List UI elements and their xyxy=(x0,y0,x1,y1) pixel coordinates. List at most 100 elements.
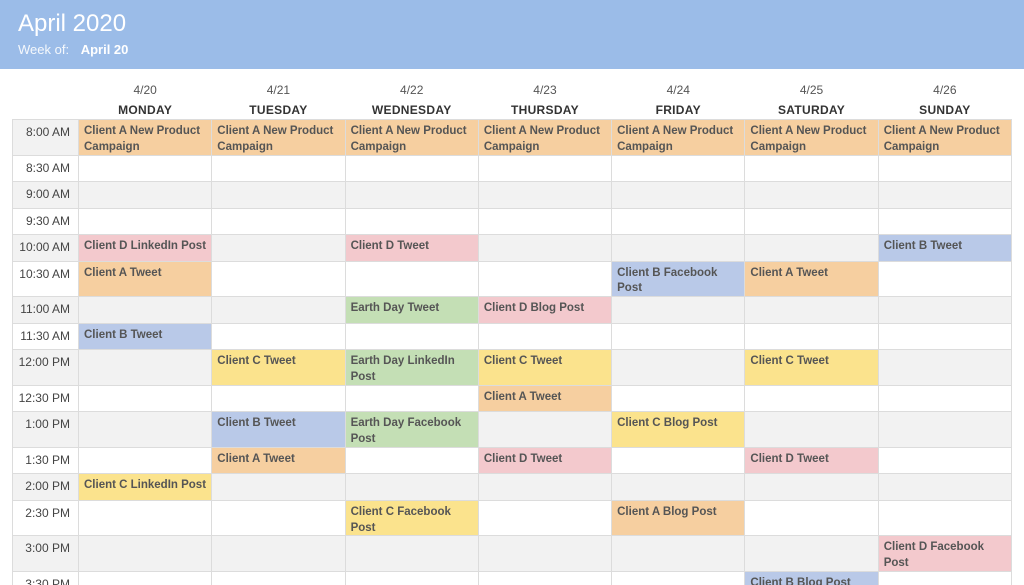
event-cell[interactable]: Client A New Product Campaign xyxy=(212,120,345,156)
empty-cell[interactable] xyxy=(345,474,478,501)
empty-cell[interactable] xyxy=(745,323,878,350)
empty-cell[interactable] xyxy=(345,323,478,350)
event-cell[interactable]: Client A Tweet xyxy=(212,447,345,474)
empty-cell[interactable] xyxy=(878,572,1011,585)
empty-cell[interactable] xyxy=(345,572,478,585)
empty-cell[interactable] xyxy=(79,412,212,448)
empty-cell[interactable] xyxy=(612,155,745,182)
empty-cell[interactable] xyxy=(79,536,212,572)
empty-cell[interactable] xyxy=(745,235,878,262)
event-cell[interactable]: Client B Tweet xyxy=(212,412,345,448)
empty-cell[interactable] xyxy=(878,155,1011,182)
empty-cell[interactable] xyxy=(745,385,878,412)
empty-cell[interactable] xyxy=(345,536,478,572)
event-cell[interactable]: Client A Blog Post xyxy=(612,500,745,536)
empty-cell[interactable] xyxy=(212,500,345,536)
empty-cell[interactable] xyxy=(478,235,611,262)
event-cell[interactable]: Client A New Product Campaign xyxy=(612,120,745,156)
empty-cell[interactable] xyxy=(878,261,1011,297)
event-cell[interactable]: Client B Blog Post xyxy=(745,572,878,585)
empty-cell[interactable] xyxy=(612,323,745,350)
empty-cell[interactable] xyxy=(478,412,611,448)
empty-cell[interactable] xyxy=(745,208,878,235)
empty-cell[interactable] xyxy=(79,155,212,182)
event-cell[interactable]: Client D Blog Post xyxy=(478,297,611,324)
empty-cell[interactable] xyxy=(212,155,345,182)
event-cell[interactable]: Client A Tweet xyxy=(478,385,611,412)
empty-cell[interactable] xyxy=(478,208,611,235)
empty-cell[interactable] xyxy=(878,350,1011,386)
empty-cell[interactable] xyxy=(612,474,745,501)
event-cell[interactable]: Client C LinkedIn Post xyxy=(79,474,212,501)
empty-cell[interactable] xyxy=(612,350,745,386)
empty-cell[interactable] xyxy=(212,261,345,297)
empty-cell[interactable] xyxy=(745,412,878,448)
event-cell[interactable]: Client C Tweet xyxy=(212,350,345,386)
event-cell[interactable]: Earth Day Tweet xyxy=(345,297,478,324)
empty-cell[interactable] xyxy=(212,235,345,262)
empty-cell[interactable] xyxy=(478,572,611,585)
event-cell[interactable]: Client A New Product Campaign xyxy=(478,120,611,156)
empty-cell[interactable] xyxy=(212,385,345,412)
event-cell[interactable]: Earth Day LinkedIn Post xyxy=(345,350,478,386)
empty-cell[interactable] xyxy=(745,182,878,209)
empty-cell[interactable] xyxy=(745,500,878,536)
event-cell[interactable]: Client A Tweet xyxy=(745,261,878,297)
empty-cell[interactable] xyxy=(878,447,1011,474)
empty-cell[interactable] xyxy=(745,536,878,572)
empty-cell[interactable] xyxy=(612,385,745,412)
event-cell[interactable]: Client A New Product Campaign xyxy=(878,120,1011,156)
empty-cell[interactable] xyxy=(478,182,611,209)
empty-cell[interactable] xyxy=(478,500,611,536)
empty-cell[interactable] xyxy=(745,155,878,182)
empty-cell[interactable] xyxy=(478,155,611,182)
empty-cell[interactable] xyxy=(212,536,345,572)
empty-cell[interactable] xyxy=(478,323,611,350)
empty-cell[interactable] xyxy=(878,208,1011,235)
empty-cell[interactable] xyxy=(345,261,478,297)
empty-cell[interactable] xyxy=(878,297,1011,324)
empty-cell[interactable] xyxy=(478,536,611,572)
empty-cell[interactable] xyxy=(345,208,478,235)
event-cell[interactable]: Client C Tweet xyxy=(745,350,878,386)
event-cell[interactable]: Client A New Product Campaign xyxy=(345,120,478,156)
empty-cell[interactable] xyxy=(478,261,611,297)
event-cell[interactable]: Client B Facebook Post xyxy=(612,261,745,297)
event-cell[interactable]: Client D Tweet xyxy=(345,235,478,262)
event-cell[interactable]: Client D Tweet xyxy=(478,447,611,474)
empty-cell[interactable] xyxy=(612,297,745,324)
empty-cell[interactable] xyxy=(612,208,745,235)
event-cell[interactable]: Client D Facebook Post xyxy=(878,536,1011,572)
event-cell[interactable]: Client B Tweet xyxy=(878,235,1011,262)
event-cell[interactable]: Client C Blog Post xyxy=(612,412,745,448)
empty-cell[interactable] xyxy=(345,182,478,209)
empty-cell[interactable] xyxy=(745,474,878,501)
empty-cell[interactable] xyxy=(79,572,212,585)
empty-cell[interactable] xyxy=(878,323,1011,350)
empty-cell[interactable] xyxy=(345,155,478,182)
empty-cell[interactable] xyxy=(212,572,345,585)
empty-cell[interactable] xyxy=(79,500,212,536)
empty-cell[interactable] xyxy=(745,297,878,324)
empty-cell[interactable] xyxy=(478,474,611,501)
empty-cell[interactable] xyxy=(878,474,1011,501)
event-cell[interactable]: Client A New Product Campaign xyxy=(79,120,212,156)
event-cell[interactable]: Client A New Product Campaign xyxy=(745,120,878,156)
event-cell[interactable]: Client B Tweet xyxy=(79,323,212,350)
event-cell[interactable]: Client C Facebook Post xyxy=(345,500,478,536)
empty-cell[interactable] xyxy=(212,297,345,324)
event-cell[interactable]: Client D LinkedIn Post xyxy=(79,235,212,262)
empty-cell[interactable] xyxy=(612,447,745,474)
empty-cell[interactable] xyxy=(79,350,212,386)
empty-cell[interactable] xyxy=(878,500,1011,536)
empty-cell[interactable] xyxy=(612,572,745,585)
event-cell[interactable]: Client D Tweet xyxy=(745,447,878,474)
event-cell[interactable]: Client A Tweet xyxy=(79,261,212,297)
empty-cell[interactable] xyxy=(212,208,345,235)
empty-cell[interactable] xyxy=(79,385,212,412)
event-cell[interactable]: Client C Tweet xyxy=(478,350,611,386)
empty-cell[interactable] xyxy=(878,385,1011,412)
empty-cell[interactable] xyxy=(612,536,745,572)
empty-cell[interactable] xyxy=(345,447,478,474)
empty-cell[interactable] xyxy=(212,182,345,209)
